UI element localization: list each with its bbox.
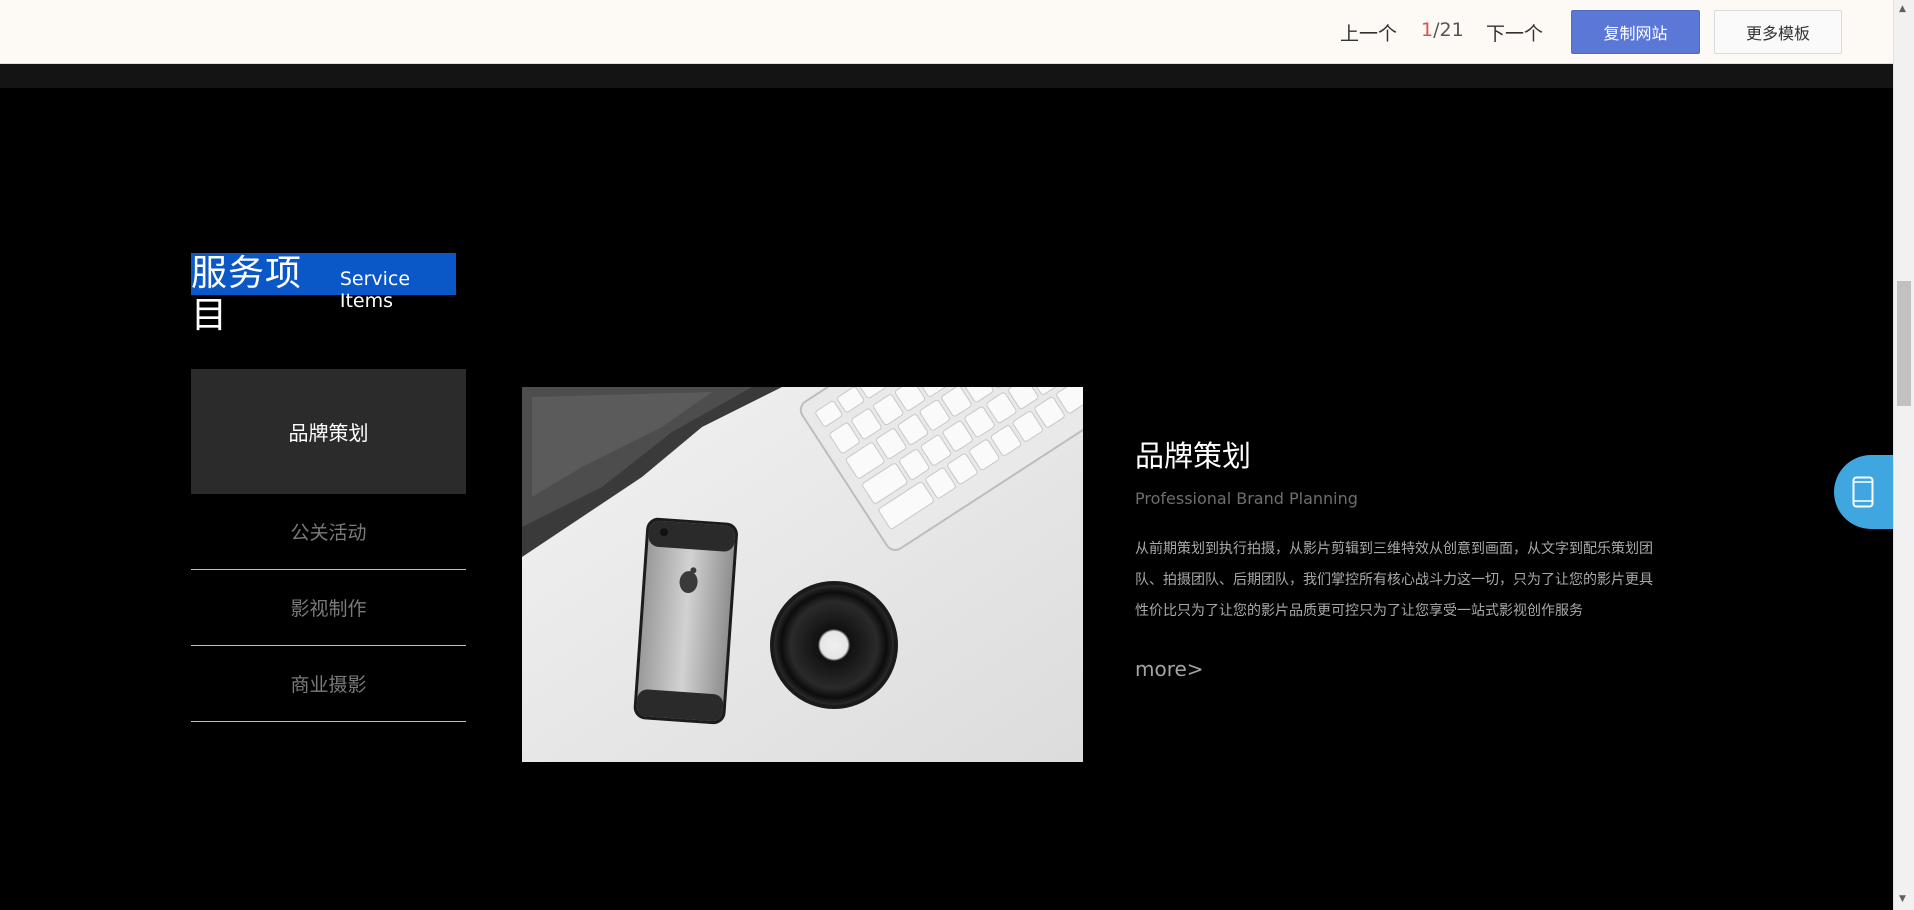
copy-website-button[interactable]: 复制网站 (1571, 10, 1700, 54)
counter-current: 1 (1421, 19, 1434, 41)
tab-film-production[interactable]: 影视制作 (191, 570, 466, 646)
top-bar: 上一个 1/21 下一个 复制网站 更多模板 (0, 0, 1893, 64)
scroll-up-arrow-icon[interactable]: ▲ (1899, 4, 1906, 14)
page-counter: 1/21 (1421, 19, 1464, 41)
scrollbar-thumb[interactable] (1897, 281, 1911, 406)
service-detail: 品牌策划 Professional Brand Planning 从前期策划到执… (1135, 433, 1665, 681)
detail-body: 从前期策划到执行拍摄，从影片剪辑到三维特效从创意到画面，从文字到配乐策划团队、拍… (1135, 541, 1653, 619)
detail-title: 品牌策划 (1135, 439, 1252, 473)
detail-subtitle: Professional Brand Planning (1135, 489, 1358, 508)
tab-brand-planning[interactable]: 品牌策划 (191, 369, 466, 494)
counter-total: /21 (1433, 19, 1464, 41)
tab-pr-events[interactable]: 公关活动 (191, 494, 466, 570)
tab-commercial-photography[interactable]: 商业摄影 (191, 646, 466, 722)
header-divider-strip (0, 64, 1893, 88)
service-tabs: 品牌策划 公关活动 影视制作 商业摄影 (191, 369, 466, 722)
more-link[interactable]: more> (1135, 657, 1204, 681)
prev-button[interactable]: 上一个 (1340, 19, 1397, 46)
vertical-scrollbar[interactable]: ▲ ▼ (1893, 0, 1914, 910)
more-templates-button[interactable]: 更多模板 (1714, 10, 1842, 54)
section-title-en: Service Items (339, 268, 411, 312)
scroll-down-arrow-icon[interactable]: ▼ (1899, 894, 1906, 904)
next-button[interactable]: 下一个 (1486, 19, 1543, 46)
section-heading: 服务项目 Service Items (191, 253, 456, 336)
section-title-cn: 服务项目 (191, 253, 303, 336)
mobile-phone-icon (1852, 476, 1874, 508)
service-photo (522, 387, 1083, 762)
